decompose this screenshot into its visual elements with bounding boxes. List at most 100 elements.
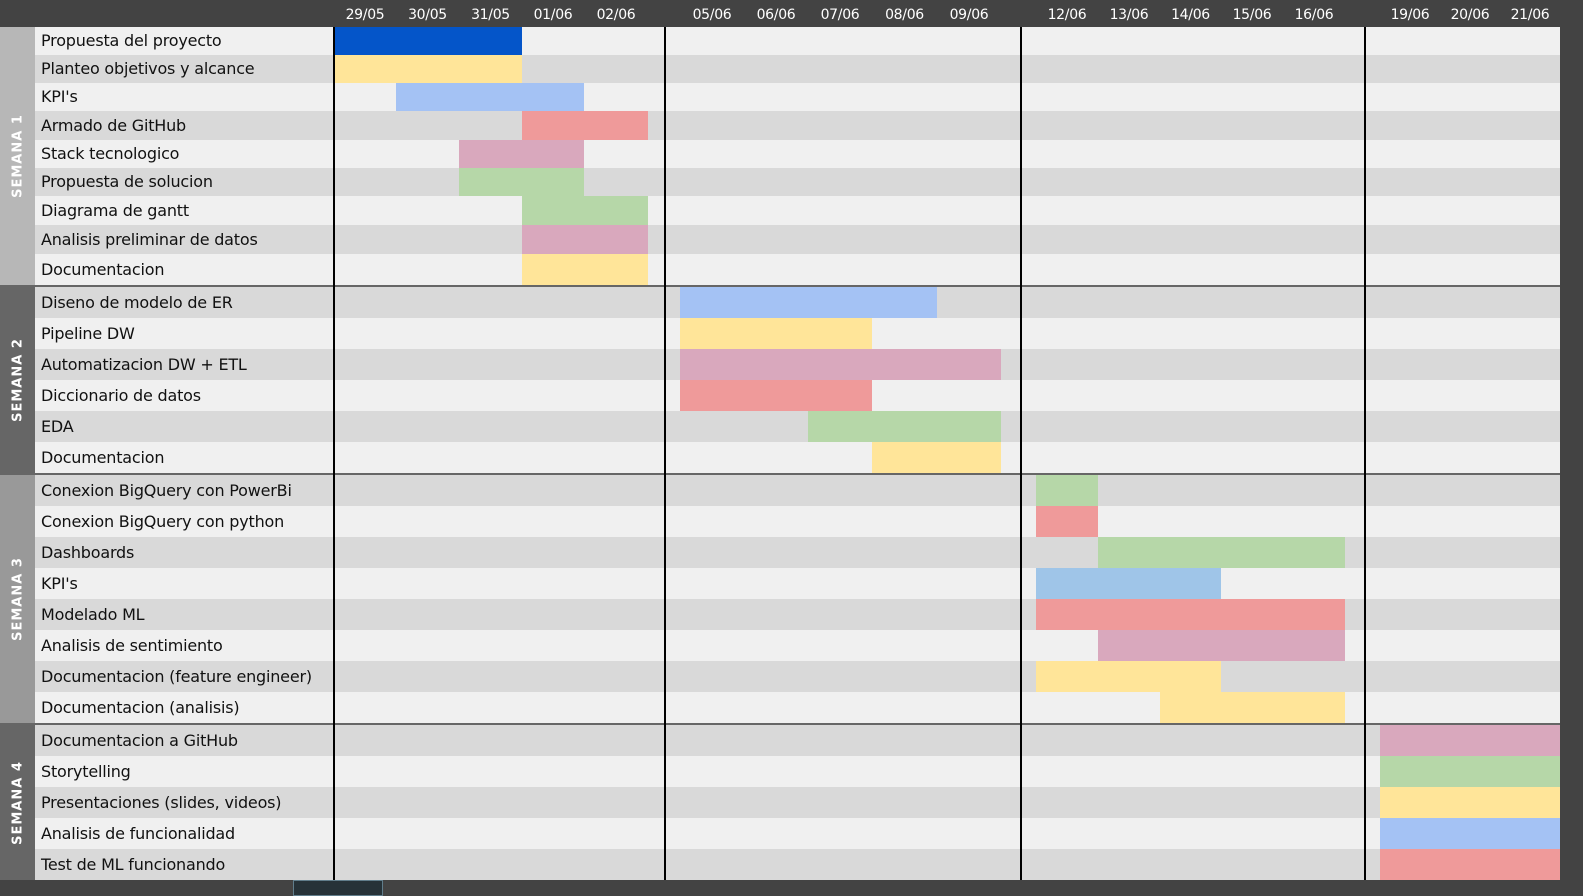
date-header-label: 31/05 [471,7,510,23]
task-name: Stack tecnologico [41,144,180,163]
date-header-label: 15/06 [1232,7,1272,23]
task-name: Documentacion (feature engineer) [41,666,312,686]
group-label: SEMANA 4 [10,760,25,845]
task-bar[interactable] [1036,599,1345,630]
date-header-label: 20/06 [1450,7,1490,23]
task-name: Documentacion a GitHub [41,730,238,750]
task-bar[interactable] [680,318,872,349]
vertical-scrollbar[interactable] [1560,27,1583,896]
date-header-label: 08/06 [885,7,924,23]
task-name: Pipeline DW [41,323,135,343]
task-name: KPI's [41,573,78,593]
date-header-label: 13/06 [1109,7,1149,23]
task-name: Planteo objetivos y alcance [41,59,255,78]
task-row [35,196,1560,225]
task-name: EDA [41,416,74,436]
task-bar[interactable] [808,411,1001,442]
date-header-label: 30/05 [408,7,447,23]
task-bar[interactable] [459,140,584,168]
task-row [35,568,1560,599]
task-row [35,756,1560,787]
task-bar[interactable] [1380,818,1560,849]
task-bar[interactable] [1036,475,1098,506]
task-row [35,83,1560,111]
task-row [35,225,1560,254]
task-bar[interactable] [522,111,648,140]
task-row [35,725,1560,756]
task-name: Analisis preliminar de datos [41,229,258,249]
task-bar[interactable] [1380,787,1560,818]
task-name: Presentaciones (slides, videos) [41,792,282,812]
task-bar[interactable] [334,27,522,55]
task-bar[interactable] [1098,630,1345,661]
task-bar[interactable] [1380,849,1560,880]
task-name: Storytelling [41,761,131,781]
task-bar[interactable] [1036,568,1221,599]
task-bar[interactable] [334,55,522,83]
date-header-label: 14/06 [1171,7,1210,23]
task-bar[interactable] [1380,756,1560,787]
task-bar[interactable] [396,83,584,111]
task-name: Modelado ML [41,604,145,624]
date-header-label: 29/05 [345,7,385,23]
task-name: Automatizacion DW + ETL [41,354,247,374]
group-label-cell: SEMANA 2 [0,287,35,473]
date-header-label: 21/06 [1510,7,1550,23]
task-name: Analisis de funcionalidad [41,823,235,843]
task-row [35,168,1560,196]
task-name: Diagrama de gantt [41,200,189,220]
task-row [35,140,1560,168]
task-name: Test de ML funcionando [41,854,226,874]
task-name: Dashboards [41,542,135,562]
week-divider-line [1020,27,1022,880]
task-row [35,411,1560,442]
group-label: SEMANA 3 [10,557,25,641]
group-label: SEMANA 2 [10,338,25,422]
task-row [35,111,1560,140]
task-name: Propuesta del proyecto [41,31,222,50]
task-bar[interactable] [680,287,937,318]
task-bar[interactable] [459,168,584,196]
task-bar[interactable] [1098,537,1345,568]
task-name: Propuesta de solucion [41,172,213,191]
scrollbar-thumb[interactable] [293,880,383,896]
date-header-label: 19/06 [1390,7,1430,23]
date-header: 29/05 30/05 31/05 01/06 02/06 05/06 06/06 07/06… [0,0,1583,27]
task-name: Diccionario de datos [41,385,201,405]
task-bar[interactable] [1160,692,1345,723]
task-bar[interactable] [1036,661,1221,692]
date-header-label: 09/06 [949,7,989,23]
group-label-cell: SEMANA 1 [0,27,35,285]
group-label: SEMANA 1 [10,114,25,198]
date-header-label: 02/06 [596,7,636,23]
task-bar[interactable] [680,349,1001,380]
task-name: Armado de GitHub [41,115,186,135]
task-name: Documentacion (analisis) [41,697,240,717]
week-divider-line [1364,27,1366,880]
task-name: Diseno de modelo de ER [41,292,233,312]
date-header-label: 05/06 [692,7,732,23]
task-bar[interactable] [522,196,648,225]
task-row [35,849,1560,880]
task-name: KPI's [41,87,78,106]
task-bar[interactable] [1380,725,1560,756]
task-bar[interactable] [522,225,648,254]
week-divider-line [333,27,335,880]
task-row [35,254,1560,285]
task-bar[interactable] [680,380,872,411]
task-bar[interactable] [1036,506,1098,537]
task-name: Documentacion [41,259,165,279]
task-name: Conexion BigQuery con python [41,511,285,531]
date-header-label: 01/06 [533,7,573,23]
task-row [35,55,1560,83]
group-label-cell: SEMANA 3 [0,475,35,723]
task-name: Analisis de sentimiento [41,635,223,655]
date-header-label: 12/06 [1047,7,1087,23]
task-bar[interactable] [872,442,1001,473]
date-header-label: 16/06 [1294,7,1334,23]
task-row [35,818,1560,849]
week-divider-line [664,27,666,880]
task-name: Conexion BigQuery con PowerBi [41,480,292,500]
task-row [35,442,1560,473]
task-bar[interactable] [522,254,648,285]
